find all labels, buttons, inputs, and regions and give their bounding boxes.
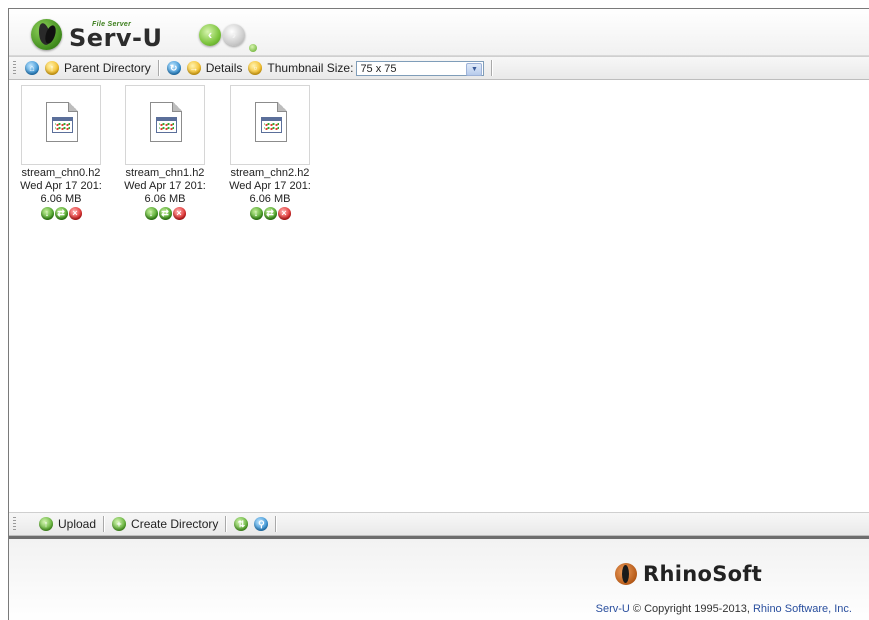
home-button[interactable]: ⌂ [22,58,42,78]
create-directory-icon: + [112,517,127,531]
toolbar-grip[interactable] [13,517,16,531]
chevron-down-icon[interactable]: ▼ [466,62,483,76]
transfer-button[interactable]: ⇅ [231,514,251,534]
rename-icon[interactable]: ⇄ [158,207,172,220]
refresh-icon: ↻ [166,61,181,75]
download-icon[interactable]: ↓ [144,207,158,220]
file-name[interactable]: stream_chn0.h2 [9,167,113,180]
details-label: Details [205,61,243,75]
rhinosoft-logo: RhinoSoft [615,562,762,586]
file-name[interactable]: stream_chn2.h2 [218,167,322,180]
search-icon: ⚲ [254,517,269,531]
thumbnail-size-select[interactable]: 75 x 75 ▼ [356,60,485,76]
serv-u-link[interactable]: Serv-U [596,603,630,615]
upload-button[interactable]: ↑ Upload [36,514,99,534]
thumbnail-size-label: Thumbnail Size: [267,61,354,75]
toolbar-separator [157,60,160,76]
file-date: Wed Apr 17 201: [229,180,311,192]
back-arrow-icon[interactable]: ‹ [199,24,221,46]
delete-icon[interactable]: × [277,207,291,220]
toolbar-separator [103,516,106,532]
header-bar: File Server Serv-U ‹ › [9,9,869,56]
toolbar-separator [275,516,278,532]
status-dot-icon [249,44,257,52]
copyright-line: Serv-U © Copyright 1995-2013, Rhino Soft… [596,603,852,615]
file-name[interactable]: stream_chn1.h2 [113,167,217,180]
file-thumbnail[interactable] [125,85,205,165]
file-size: 6.06 MB [40,193,82,205]
create-directory-button[interactable]: + Create Directory [109,514,221,534]
download-icon[interactable]: ↓ [249,207,263,220]
thumbnail-size-control: ▫ Thumbnail Size: 75 x 75 ▼ [245,58,487,78]
file-thumbnail[interactable] [21,85,101,165]
upload-label: Upload [58,517,97,531]
file-actions: ↓ ⇄ × [218,207,322,220]
forward-arrow-icon[interactable]: › [223,24,245,46]
details-button[interactable]: → Details [184,58,246,78]
file-date: Wed Apr 17 201: [20,180,102,192]
document-icon [255,102,287,142]
file-size: 6.06 MB [249,193,291,205]
toolbar-separator [225,516,228,532]
delete-icon[interactable]: × [172,207,186,220]
upload-icon: ↑ [39,517,53,531]
logo-title: Serv-U [69,24,163,52]
file-item[interactable]: stream_chn1.h2 Wed Apr 17 201: 6.06 MB ↓… [113,85,217,220]
copyright-text: © Copyright 1995-2013, [629,603,753,615]
footer: RhinoSoft Serv-U © Copyright 1995-2013, … [9,536,869,620]
file-item[interactable]: stream_chn0.h2 Wed Apr 17 201: 6.06 MB ↓… [9,85,113,220]
home-icon: ⌂ [25,61,39,75]
parent-directory-icon: ↑ [45,61,59,75]
rhinosoft-logo-icon [615,563,637,585]
rename-icon[interactable]: ⇄ [54,207,68,220]
rhino-software-link[interactable]: Rhino Software, Inc. [753,603,852,615]
create-directory-label: Create Directory [131,517,219,531]
transfer-icon: ⇅ [234,517,249,531]
app-frame: File Server Serv-U ‹ › ⌂ ↑ Parent Direct… [8,8,869,620]
file-date: Wed Apr 17 201: [124,180,206,192]
file-actions: ↓ ⇄ × [9,207,113,220]
toolbar-separator [491,60,494,76]
rename-icon[interactable]: ⇄ [263,207,277,220]
serv-u-logo-icon [31,19,62,50]
document-icon [46,102,78,142]
search-button[interactable]: ⚲ [251,514,271,534]
details-icon: → [186,61,201,75]
download-icon[interactable]: ↓ [40,207,54,220]
document-icon [150,102,182,142]
delete-icon[interactable]: × [68,207,82,220]
file-thumbnail[interactable] [230,85,310,165]
parent-directory-button[interactable]: ↑ Parent Directory [42,58,154,78]
thumbnail-icon: ▫ [248,61,263,75]
refresh-button[interactable]: ↻ [164,58,184,78]
toolbar-grip[interactable] [13,61,16,75]
rhinosoft-brand: RhinoSoft [643,562,763,586]
file-item[interactable]: stream_chn2.h2 Wed Apr 17 201: 6.06 MB ↓… [218,85,322,220]
top-toolbar: ⌂ ↑ Parent Directory ↻ → Details ▫ Thumb… [9,56,869,80]
file-list-area: stream_chn0.h2 Wed Apr 17 201: 6.06 MB ↓… [9,80,869,512]
file-actions: ↓ ⇄ × [113,207,217,220]
parent-directory-label: Parent Directory [64,61,151,75]
thumbnail-size-value: 75 x 75 [360,62,397,75]
bottom-toolbar: ↑ Upload + Create Directory ⇅ ⚲ [9,512,869,536]
file-size: 6.06 MB [144,193,186,205]
